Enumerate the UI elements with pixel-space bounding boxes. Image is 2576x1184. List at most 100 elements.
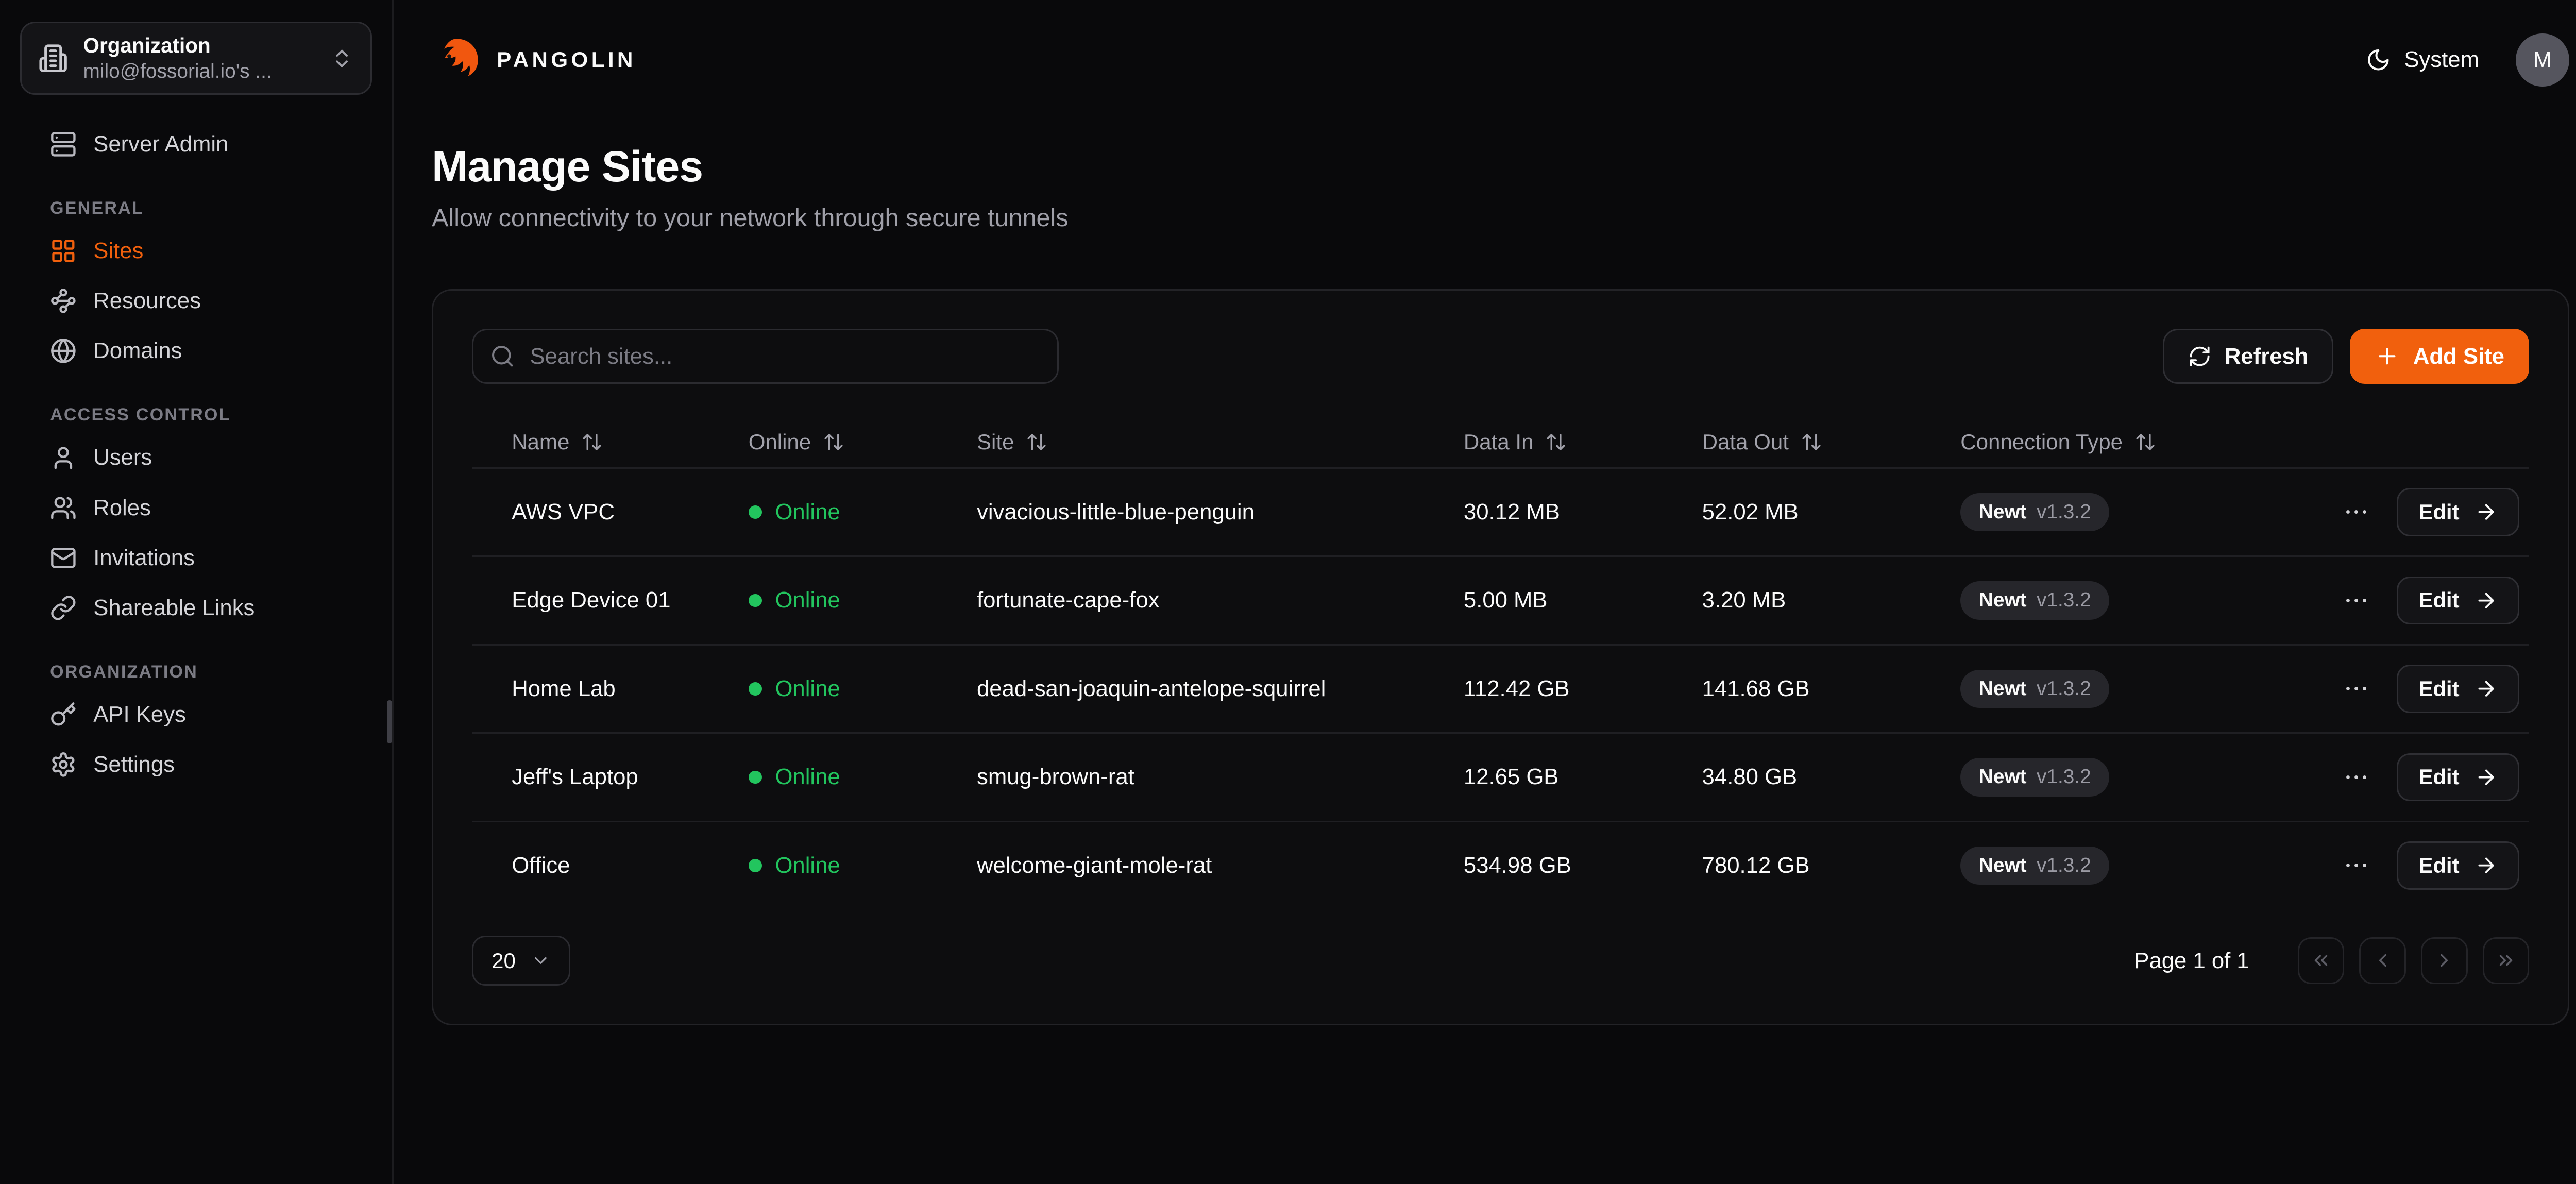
sidebar-item-shareable-links[interactable]: Shareable Links (20, 585, 372, 630)
row-menu-button[interactable] (2338, 671, 2374, 706)
connection-type-cell: Newt v1.3.2 (1960, 581, 2338, 619)
ellipsis-icon (2342, 586, 2370, 615)
chevron-down-icon (531, 951, 551, 971)
sidebar-item-label: Resources (93, 288, 201, 314)
sidebar-item-settings[interactable]: Settings (20, 742, 372, 787)
column-header-data-in[interactable]: Data In (1464, 430, 1702, 454)
status-label: Online (775, 764, 840, 790)
site-name: AWS VPC (512, 499, 749, 525)
theme-toggle[interactable]: System (2366, 47, 2479, 73)
status-badge: Online (749, 764, 977, 790)
ellipsis-icon (2342, 674, 2370, 703)
sidebar-item-sites[interactable]: Sites (20, 228, 372, 273)
arrow-right-icon (2475, 500, 2498, 523)
table-header-row: Name Online Site Data In (472, 417, 2530, 467)
sidebar-item-users[interactable]: Users (20, 435, 372, 480)
row-actions: Edit (2338, 577, 2519, 625)
first-page-button[interactable] (2298, 937, 2345, 984)
site-slug: fortunate-cape-fox (977, 587, 1464, 613)
edit-button[interactable]: Edit (2397, 753, 2519, 802)
sites-table: Name Online Site Data In (472, 417, 2530, 909)
edit-label: Edit (2418, 853, 2459, 878)
data-in: 30.12 MB (1464, 499, 1702, 525)
conn-type: Newt (1979, 766, 2027, 788)
topbar: PANGOLIN System M (432, 0, 2569, 120)
avatar[interactable]: M (2516, 33, 2569, 87)
row-actions: Edit (2338, 841, 2519, 890)
column-label: Data In (1464, 430, 1534, 454)
next-page-button[interactable] (2421, 937, 2468, 984)
theme-label: System (2404, 47, 2479, 73)
column-header-online[interactable]: Online (749, 430, 977, 454)
column-header-site[interactable]: Site (977, 430, 1464, 454)
search-input[interactable] (472, 329, 1059, 384)
site-slug: vivacious-little-blue-penguin (977, 499, 1464, 525)
sidebar-item-server-admin[interactable]: Server Admin (20, 122, 372, 166)
sidebar-item-invitations[interactable]: Invitations (20, 535, 372, 580)
site-name: Office (512, 853, 749, 878)
sidebar-item-label: Sites (93, 238, 143, 264)
column-header-connection-type[interactable]: Connection Type (1960, 430, 2519, 454)
sidebar-scrollbar[interactable] (387, 700, 392, 743)
toolbar-actions: Refresh Add Site (2163, 329, 2529, 384)
sort-icon (581, 431, 603, 453)
org-selector[interactable]: Organization milo@fossorial.io's ... (20, 22, 372, 95)
sidebar-item-roles[interactable]: Roles (20, 485, 372, 530)
sidebar: Organization milo@fossorial.io's ... Ser… (0, 0, 394, 1184)
conn-type: Newt (1979, 854, 2027, 877)
sort-icon (1026, 431, 1047, 453)
sort-icon (823, 431, 844, 453)
row-menu-button[interactable] (2338, 848, 2374, 883)
sidebar-item-domains[interactable]: Domains (20, 329, 372, 374)
edit-button[interactable]: Edit (2397, 841, 2519, 890)
edit-button[interactable]: Edit (2397, 665, 2519, 713)
sidebar-item-resources[interactable]: Resources (20, 279, 372, 324)
column-label: Connection Type (1960, 430, 2123, 454)
section-label-organization: Organization (50, 662, 372, 682)
connection-type-badge: Newt v1.3.2 (1960, 581, 2109, 619)
sidebar-item-api-keys[interactable]: API Keys (20, 692, 372, 737)
sidebar-item-label: Domains (93, 338, 182, 364)
column-header-data-out[interactable]: Data Out (1702, 430, 1961, 454)
domains-icon (50, 337, 77, 364)
conn-version: v1.3.2 (2037, 678, 2091, 700)
site-slug: dead-san-joaquin-antelope-squirrel (977, 676, 1464, 702)
add-site-label: Add Site (2413, 344, 2504, 369)
search-box (472, 329, 1059, 384)
row-menu-button[interactable] (2338, 759, 2374, 794)
page-title: Manage Sites (432, 142, 2569, 192)
connection-type-badge: Newtv1.3.2 (1960, 758, 2109, 796)
pagination: Page 1 of 1 (2134, 937, 2529, 984)
row-menu-button[interactable] (2338, 495, 2374, 530)
org-selector-label: Organization (83, 32, 316, 59)
conn-version: v1.3.2 (2037, 854, 2091, 877)
section-label-access-control: Access Control (50, 405, 372, 425)
edit-button[interactable]: Edit (2397, 577, 2519, 625)
page-size-select[interactable]: 20 (472, 936, 571, 986)
conn-version: v1.3.2 (2037, 589, 2091, 612)
online-dot (749, 682, 762, 696)
row-actions: Edit (2338, 753, 2519, 802)
conn-type: Newt (1979, 589, 2027, 612)
add-site-button[interactable]: Add Site (2350, 329, 2529, 384)
row-menu-button[interactable] (2338, 583, 2374, 618)
server-icon (50, 131, 77, 158)
edit-button[interactable]: Edit (2397, 488, 2519, 536)
card-footer: 20 Page 1 of 1 (472, 936, 2530, 986)
api-keys-icon (50, 701, 77, 728)
arrow-right-icon (2475, 677, 2498, 700)
data-in: 112.42 GB (1464, 676, 1702, 702)
online-dot (749, 859, 762, 872)
column-header-name[interactable]: Name (512, 430, 749, 454)
refresh-button[interactable]: Refresh (2163, 329, 2333, 384)
chevrons-up-down-icon (330, 47, 353, 70)
table-row: AWS VPC Online vivacious-little-blue-pen… (472, 467, 2530, 556)
prev-page-button[interactable] (2359, 937, 2406, 984)
refresh-icon (2188, 345, 2211, 368)
last-page-button[interactable] (2483, 937, 2530, 984)
card-toolbar: Refresh Add Site (472, 329, 2530, 384)
data-out: 780.12 GB (1702, 853, 1961, 878)
online-dot (749, 505, 762, 519)
connection-type-badge: Newt v1.3.2 (1960, 847, 2109, 885)
brand[interactable]: PANGOLIN (432, 35, 636, 85)
